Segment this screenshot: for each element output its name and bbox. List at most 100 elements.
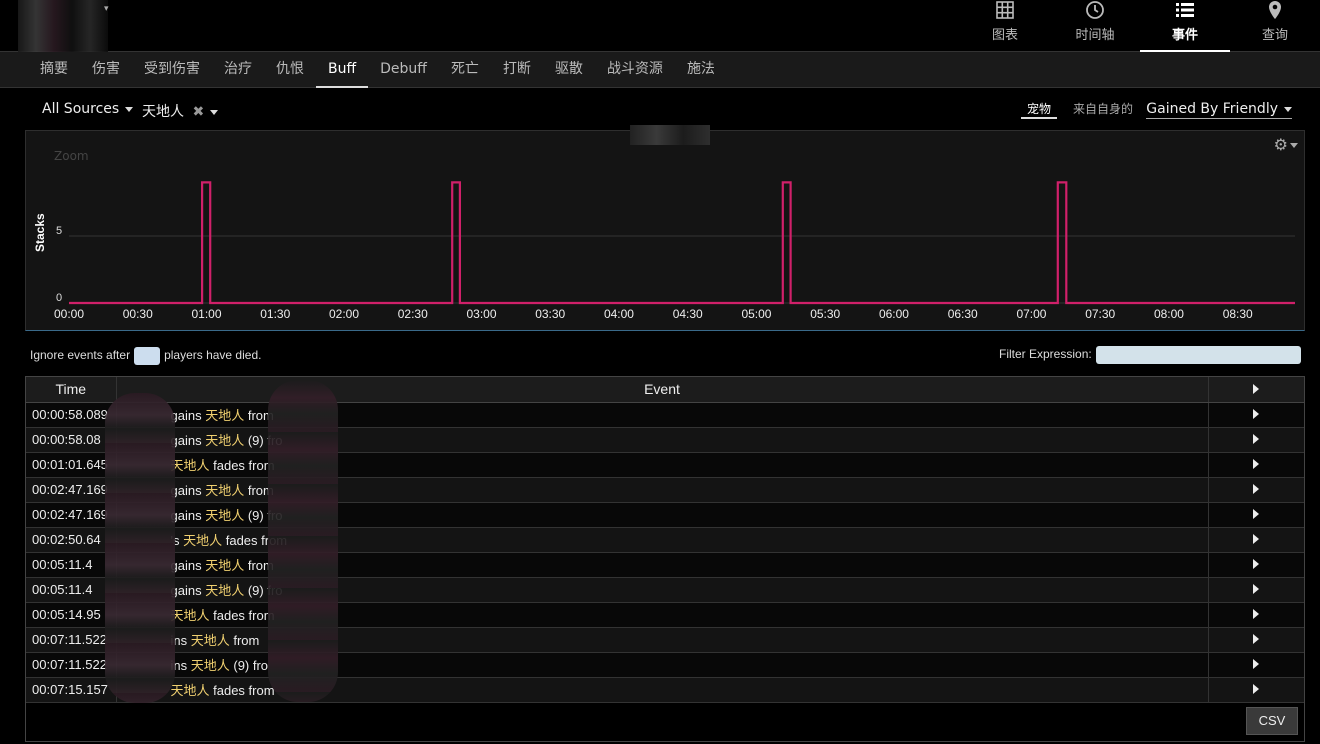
avatar[interactable] — [18, 0, 108, 52]
clock-icon — [1086, 1, 1104, 19]
expand-row-button[interactable] — [1207, 552, 1304, 577]
x-tick-label: 05:00 — [741, 307, 771, 321]
expand-row-button[interactable] — [1207, 477, 1304, 502]
buff-link[interactable]: 天地人 — [205, 408, 244, 423]
top-bar: ▾ 图表 时间轴 事件 查询 — [0, 0, 1320, 52]
buff-link[interactable]: 天地人 — [171, 608, 210, 623]
buff-link[interactable]: 天地人 — [191, 658, 230, 673]
buff-link[interactable]: 天地人 — [171, 458, 210, 473]
list-icon — [1176, 3, 1194, 17]
buff-link[interactable]: 天地人 — [205, 433, 244, 448]
self-toggle[interactable]: 来自自身的 — [1073, 100, 1133, 117]
expand-row-button[interactable] — [1207, 627, 1304, 652]
x-tick-label: 03:00 — [466, 307, 496, 321]
tab-item[interactable]: 治疗 — [212, 52, 264, 88]
expand-row-button[interactable] — [1207, 402, 1304, 427]
table-row[interactable]: 00:07:15.157 天地人 fades from — [26, 677, 1304, 702]
chart-svg: 0 5 Stacks 00:00 00:30 01:00 01:30 02:00 02:30 03… — [33, 181, 1296, 321]
tab-item[interactable]: 受到伤害 — [132, 52, 212, 88]
table-row[interactable]: 00:02:47.169 gains 天地人 from — [26, 477, 1304, 502]
table-row[interactable]: 00:00:58.08 gains 天地人 (9) fro — [26, 427, 1304, 452]
time-header[interactable]: Time — [26, 377, 117, 403]
tab-item[interactable]: 死亡 — [439, 52, 491, 88]
table-row[interactable]: 00:02:50.64's 天地人 fades from — [26, 527, 1304, 552]
tab-item[interactable]: 施法 — [675, 52, 727, 88]
event-time: 00:02:47.169 — [26, 477, 117, 502]
gained-by-dropdown[interactable]: Gained By Friendly — [1146, 101, 1292, 119]
buff-link[interactable]: 天地人 — [205, 558, 244, 573]
nav-timeline[interactable]: 时间轴 — [1050, 0, 1140, 52]
ability-dropdown[interactable]: 天地人 ✖ — [142, 101, 219, 121]
filter-expression-label: Filter Expression: — [999, 347, 1092, 361]
event-time: 00:05:11.4 — [26, 577, 117, 602]
expand-row-button[interactable] — [1207, 527, 1304, 552]
triangle-right-icon — [1253, 409, 1260, 419]
expand-row-button[interactable] — [1207, 452, 1304, 477]
nav-label: 图表 — [991, 28, 1018, 43]
triangle-right-icon — [1253, 484, 1260, 494]
x-tick-label: 06:30 — [948, 307, 978, 321]
nav-label: 查询 — [1261, 28, 1288, 43]
table-row[interactable]: 00:02:47.169 gains 天地人 (9) fro — [26, 502, 1304, 527]
tab-item[interactable]: Buff — [316, 52, 369, 88]
csv-button[interactable]: CSV — [1246, 707, 1298, 735]
tab-item[interactable]: 驱散 — [543, 52, 595, 88]
nav-charts[interactable]: 图表 — [960, 0, 1050, 52]
remove-filter-icon[interactable]: ✖ — [192, 104, 204, 120]
event-pre: gains — [170, 408, 206, 423]
triangle-right-icon — [1253, 659, 1260, 669]
table-row[interactable]: 00:05:11.4 gains 天地人 from — [26, 552, 1304, 577]
buff-link[interactable]: 天地人 — [171, 683, 210, 698]
filter-expression-input[interactable] — [1096, 346, 1301, 364]
expand-row-button[interactable] — [1207, 652, 1304, 677]
filter-expression: Filter Expression: — [999, 346, 1301, 364]
buff-link[interactable]: 天地人 — [183, 533, 222, 548]
x-tick-label: 01:00 — [191, 307, 221, 321]
source-label: All Sources — [42, 101, 120, 117]
expand-row-button[interactable] — [1207, 502, 1304, 527]
triangle-right-icon — [1253, 384, 1260, 395]
event-time: 00:00:58.08 — [26, 427, 117, 452]
events-table-container: Time Event 00:00:58.089 gains 天地人 from 00:… — [25, 376, 1305, 742]
buff-link[interactable]: 天地人 — [191, 633, 230, 648]
expand-all-button[interactable] — [1207, 377, 1304, 403]
expand-row-button[interactable] — [1207, 677, 1304, 702]
expand-row-button[interactable] — [1207, 602, 1304, 627]
expand-row-button[interactable] — [1207, 577, 1304, 602]
buff-chart[interactable]: Zoom ⚙ 0 5 Stacks 00:00 00:30 01:00 01:30 02:00… — [25, 130, 1305, 331]
nav-query[interactable]: 查询 — [1230, 0, 1320, 52]
source-dropdown[interactable]: All Sources — [42, 101, 134, 117]
tab-item[interactable]: 仇恨 — [264, 52, 316, 88]
table-row[interactable]: 00:07:11.522 ins 天地人 (9) fro — [26, 652, 1304, 677]
tab-bar: 摘要 伤害 受到伤害 治疗 仇恨 Buff Debuff 死亡 打断 驱散 战斗资源 施法 — [0, 52, 1320, 88]
nav-events[interactable]: 事件 — [1140, 0, 1230, 52]
buff-link[interactable]: 天地人 — [205, 583, 244, 598]
x-tick-label: 00:30 — [123, 307, 153, 321]
chevron-down-icon[interactable]: ▾ — [104, 4, 109, 14]
x-tick-label: 06:00 — [879, 307, 909, 321]
pet-toggle[interactable]: 宠物 — [1021, 100, 1058, 119]
death-count-input[interactable] — [134, 347, 161, 365]
ignore-suffix: players have died. — [164, 348, 262, 363]
buff-link[interactable]: 天地人 — [205, 508, 244, 523]
table-row[interactable]: 00:00:58.089 gains 天地人 from — [26, 402, 1304, 427]
events-table: Time Event 00:00:58.089 gains 天地人 from 00:… — [26, 377, 1304, 703]
tab-item[interactable]: 伤害 — [80, 52, 132, 88]
table-row[interactable]: 00:07:11.522 ins 天地人 from — [26, 627, 1304, 652]
x-tick-label: 08:30 — [1223, 307, 1253, 321]
table-row[interactable]: 00:05:11.4 gains 天地人 (9) fro — [26, 577, 1304, 602]
tab-item[interactable]: Debuff — [368, 52, 439, 88]
tab-item[interactable]: 战斗资源 — [595, 52, 675, 88]
x-tick-label: 00:00 — [54, 307, 84, 321]
expand-row-button[interactable] — [1207, 427, 1304, 452]
nav-label: 时间轴 — [1075, 28, 1115, 43]
y-axis-label: Stacks — [33, 213, 47, 252]
event-time: 00:00:58.089 — [26, 402, 117, 427]
triangle-right-icon — [1253, 534, 1260, 544]
tab-item[interactable]: 打断 — [491, 52, 543, 88]
table-row[interactable]: 00:05:14.95 天地人 fades from — [26, 602, 1304, 627]
buff-link[interactable]: 天地人 — [205, 483, 244, 498]
table-row[interactable]: 00:01:01.645 天地人 fades from — [26, 452, 1304, 477]
tab-item[interactable]: 摘要 — [28, 52, 80, 88]
event-pre: gains — [170, 558, 206, 573]
